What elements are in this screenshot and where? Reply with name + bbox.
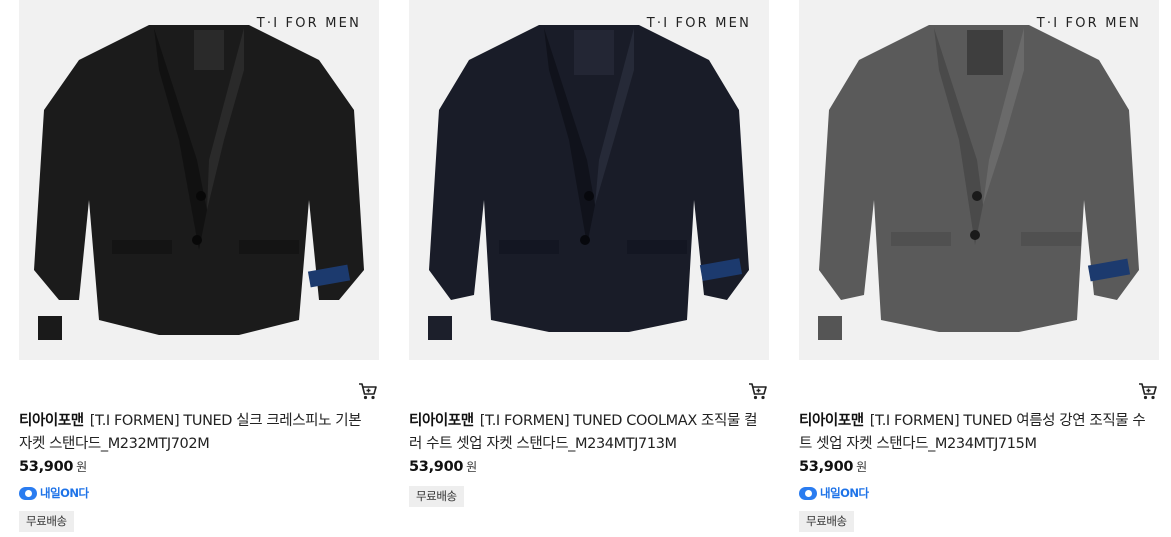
- brand-logo: T·I FOR MEN: [646, 16, 751, 31]
- brand-name[interactable]: 티아이포맨: [19, 413, 84, 429]
- product-card[interactable]: T·I FOR MEN 티아이포맨 [T.I FORMEN] TUNED 여름성 …: [799, 0, 1159, 537]
- currency: 원: [466, 460, 478, 474]
- product-title[interactable]: 티아이포맨 [T.I FORMEN] TUNED COOLMAX 조직물 컬러 수…: [409, 410, 765, 456]
- jacket-image: [429, 25, 749, 332]
- price: 53,900: [19, 459, 74, 475]
- price-row: 53,900 원: [409, 458, 477, 475]
- color-swatch[interactable]: [818, 316, 842, 340]
- brand-name[interactable]: 티아이포맨: [799, 413, 864, 429]
- shipping-badge: 무료배송: [19, 511, 74, 532]
- product-title[interactable]: 티아이포맨 [T.I FORMEN] TUNED 여름성 강연 조직물 수트 셋업…: [799, 410, 1155, 456]
- delivery-badge-label: 내일ON다: [820, 486, 869, 500]
- delivery-badge: 내일ON다: [799, 485, 869, 501]
- color-swatch[interactable]: [428, 316, 452, 340]
- delivery-badge-label: 내일ON다: [40, 486, 89, 500]
- jacket-image: [819, 25, 1139, 332]
- delivery-icon: [19, 486, 37, 500]
- currency: 원: [856, 460, 868, 474]
- shipping-badge: 무료배송: [799, 511, 854, 532]
- product-title[interactable]: 티아이포맨 [T.I FORMEN] TUNED 실크 크레스피노 기본 자켓 스…: [19, 410, 375, 456]
- brand-name[interactable]: 티아이포맨: [409, 413, 474, 429]
- cart-icon[interactable]: [1137, 381, 1159, 401]
- price-row: 53,900 원: [799, 458, 867, 475]
- delivery-badge: 내일ON다: [19, 485, 89, 501]
- product-image[interactable]: T·I FOR MEN: [799, 0, 1159, 360]
- cart-icon[interactable]: [357, 381, 379, 401]
- delivery-icon: [799, 486, 817, 500]
- product-image[interactable]: T·I FOR MEN: [19, 0, 379, 360]
- jacket-image: [34, 25, 364, 335]
- price: 53,900: [799, 459, 854, 475]
- brand-logo: T·I FOR MEN: [1036, 16, 1141, 31]
- product-card[interactable]: T·I FOR MEN 티아이포맨 [T.I FORMEN] TUNED 실크 크…: [19, 0, 379, 537]
- product-card[interactable]: T·I FOR MEN 티아이포맨 [T.I FORMEN] TUNED COOL…: [409, 0, 769, 537]
- price: 53,900: [409, 459, 464, 475]
- shipping-badge: 무료배송: [409, 486, 464, 507]
- currency: 원: [76, 460, 88, 474]
- cart-icon[interactable]: [747, 381, 769, 401]
- color-swatch[interactable]: [38, 316, 62, 340]
- price-row: 53,900 원: [19, 458, 87, 475]
- brand-logo: T·I FOR MEN: [256, 16, 361, 31]
- product-image[interactable]: T·I FOR MEN: [409, 0, 769, 360]
